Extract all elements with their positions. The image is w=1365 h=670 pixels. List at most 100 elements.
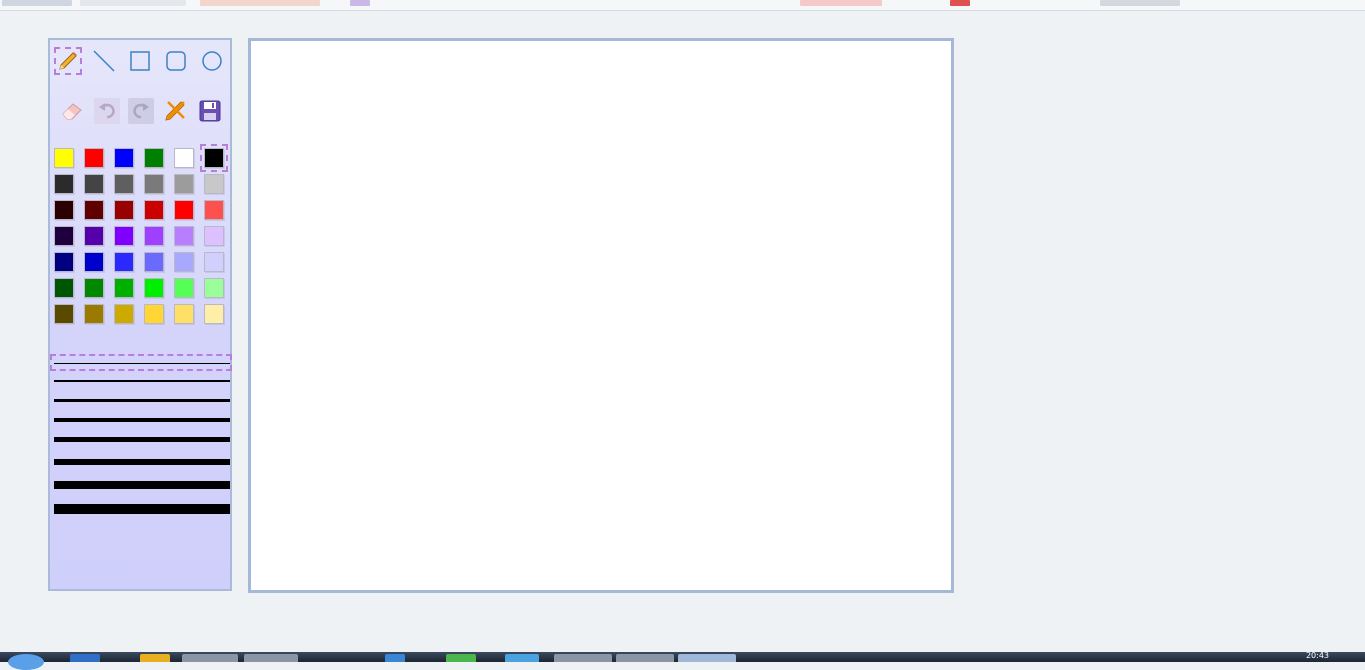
- browser-bookmarks-bar: [0, 0, 1365, 11]
- color-swatch[interactable]: [144, 278, 164, 298]
- tool-panel: [48, 38, 232, 591]
- line-width-option[interactable]: [54, 459, 230, 465]
- eraser-icon: [62, 103, 82, 120]
- line-width-sample: [54, 459, 230, 465]
- bookmark-item[interactable]: [200, 0, 320, 6]
- color-swatch[interactable]: [144, 226, 164, 246]
- color-swatch[interactable]: [84, 226, 104, 246]
- line-width-sample: [54, 380, 230, 382]
- bookmark-item[interactable]: [800, 0, 882, 6]
- color-swatch[interactable]: [114, 252, 134, 272]
- line-width-sample: [54, 418, 230, 422]
- clear-canvas-button[interactable]: [162, 96, 190, 124]
- color-swatch[interactable]: [204, 174, 224, 194]
- rounded-rectangle-tool-button[interactable]: [162, 47, 190, 75]
- line-width-option[interactable]: [54, 437, 230, 442]
- color-swatch[interactable]: [204, 252, 224, 272]
- undo-button[interactable]: [94, 98, 120, 124]
- color-swatch[interactable]: [174, 278, 194, 298]
- color-swatch[interactable]: [84, 174, 104, 194]
- redo-button[interactable]: [128, 98, 154, 124]
- taskbar-app-icon[interactable]: [678, 654, 736, 662]
- color-swatch[interactable]: [144, 174, 164, 194]
- rectangle-icon: [130, 51, 150, 71]
- line-width-option[interactable]: [54, 481, 230, 489]
- line-width-option[interactable]: [54, 504, 230, 514]
- color-swatch[interactable]: [84, 200, 104, 220]
- bookmark-item[interactable]: [2, 0, 72, 6]
- color-swatch[interactable]: [84, 304, 104, 324]
- eraser-tool-button[interactable]: [58, 96, 86, 124]
- color-swatch[interactable]: [204, 304, 224, 324]
- line-tool-button[interactable]: [90, 47, 118, 75]
- color-swatch[interactable]: [204, 278, 224, 298]
- redo-icon: [133, 103, 149, 119]
- drawing-canvas[interactable]: [248, 38, 954, 593]
- save-button[interactable]: [196, 97, 224, 125]
- taskbar-app-icon[interactable]: [616, 654, 674, 662]
- color-swatch[interactable]: [174, 148, 194, 168]
- taskbar-app-icon[interactable]: [70, 654, 100, 662]
- color-swatch[interactable]: [54, 148, 74, 168]
- bookmark-item[interactable]: [80, 0, 186, 6]
- color-swatch[interactable]: [114, 226, 134, 246]
- color-swatch[interactable]: [114, 278, 134, 298]
- color-swatch[interactable]: [174, 252, 194, 272]
- color-swatch[interactable]: [174, 200, 194, 220]
- color-swatch[interactable]: [114, 200, 134, 220]
- line-width-sample: [54, 362, 230, 364]
- color-swatch[interactable]: [54, 174, 74, 194]
- line-width-sample: [54, 504, 230, 514]
- color-swatch[interactable]: [114, 174, 134, 194]
- color-swatch[interactable]: [174, 226, 194, 246]
- color-swatch[interactable]: [84, 278, 104, 298]
- rounded-rectangle-icon: [166, 51, 186, 71]
- color-swatch[interactable]: [54, 200, 74, 220]
- line-width-option[interactable]: [54, 418, 230, 422]
- color-swatch[interactable]: [144, 304, 164, 324]
- color-swatch[interactable]: [174, 174, 194, 194]
- taskbar-app-icon[interactable]: [140, 654, 170, 662]
- clear-canvas-icon: [165, 101, 185, 121]
- color-swatch[interactable]: [204, 200, 224, 220]
- line-width-option[interactable]: [54, 362, 230, 364]
- color-swatch[interactable]: [174, 304, 194, 324]
- line-icon: [93, 50, 115, 72]
- rectangle-tool-button[interactable]: [126, 47, 154, 75]
- taskbar-app-icon[interactable]: [182, 654, 238, 662]
- bookmark-item[interactable]: [950, 0, 970, 6]
- taskbar-clock: 20:43: [1305, 652, 1329, 660]
- color-swatch[interactable]: [144, 148, 164, 168]
- color-swatch[interactable]: [144, 200, 164, 220]
- bookmark-item[interactable]: [350, 0, 370, 6]
- taskbar-app-icon[interactable]: [385, 654, 405, 662]
- line-width-option[interactable]: [54, 399, 230, 402]
- selected-color-indicator: [200, 144, 228, 172]
- floppy-disk-icon: [199, 100, 221, 122]
- taskbar-app-icon[interactable]: [446, 654, 476, 662]
- taskbar-app-icon[interactable]: [505, 654, 539, 662]
- line-width-sample: [54, 399, 230, 402]
- ellipse-tool-button[interactable]: [198, 47, 226, 75]
- taskbar-app-icon[interactable]: [244, 654, 298, 662]
- color-swatch[interactable]: [204, 226, 224, 246]
- taskbar-app-icon[interactable]: [554, 654, 612, 662]
- color-swatch[interactable]: [54, 252, 74, 272]
- os-taskbar: 20:43: [0, 652, 1365, 670]
- color-swatch[interactable]: [144, 252, 164, 272]
- pencil-icon: [59, 52, 77, 70]
- color-swatch[interactable]: [84, 148, 104, 168]
- line-width-option[interactable]: [54, 380, 230, 382]
- color-swatch[interactable]: [114, 304, 134, 324]
- ellipse-icon: [202, 51, 222, 71]
- pencil-tool-button[interactable]: [54, 47, 82, 75]
- line-width-sample: [54, 437, 230, 442]
- start-button[interactable]: [8, 654, 44, 670]
- color-swatch[interactable]: [54, 304, 74, 324]
- color-swatch[interactable]: [114, 148, 134, 168]
- bookmark-item[interactable]: [1100, 0, 1180, 6]
- color-swatch[interactable]: [84, 252, 104, 272]
- color-swatch[interactable]: [54, 278, 74, 298]
- color-swatch[interactable]: [54, 226, 74, 246]
- undo-icon: [99, 103, 115, 119]
